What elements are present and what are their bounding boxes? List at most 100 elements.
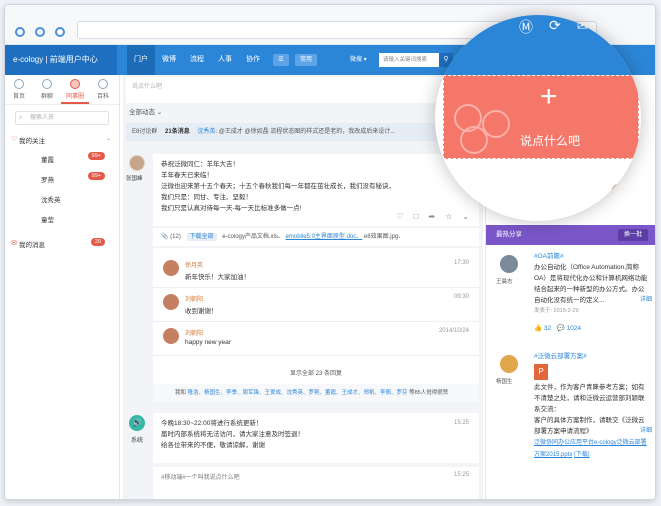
section-title: 最热分享 (496, 231, 522, 238)
tab-group-chat[interactable]: 群聊 (33, 75, 61, 104)
detail-link[interactable]: 详细 (640, 426, 652, 437)
avatar[interactable] (500, 255, 518, 273)
speaker-icon: 🔊 (129, 415, 145, 431)
attachment-link[interactable]: emobile5.0主界面原型.doc、 (286, 234, 363, 240)
m-circle-icon[interactable]: Ⓜ (519, 17, 533, 37)
say-something-button[interactable]: + 说点什么吧 (443, 75, 639, 159)
refresh-batch-button[interactable]: 换一批 (617, 229, 648, 241)
window-dot-icon[interactable] (35, 27, 45, 37)
download-link[interactable]: [下载] (574, 452, 589, 458)
person-name: 童莹 (41, 217, 54, 224)
comment-author[interactable]: 徐月英 (185, 260, 203, 269)
group-tag[interactable]: E8讨论群 (132, 129, 157, 135)
show-all-replies-link[interactable]: 显示全部 23 条回复 (153, 368, 479, 377)
avatar[interactable] (163, 294, 179, 310)
share-item: 杨国生 #泛微云部署方案# P 此文件，作为客户青睐参考方案；如有 不清楚之处，… (486, 351, 655, 491)
group-notice-bar[interactable]: E8讨论群 21条消息 沈秀英: @王成才 @徐如晶 流程状态图的样式还是老的，… (126, 123, 478, 141)
nav-item-hr[interactable]: 人事 (211, 45, 239, 75)
post-line: 泛微也迎来第十五个春天；十五个春秋我们每一年都在茁壮成长，我们没有秘诀， (161, 183, 395, 190)
tab-encyclopedia[interactable]: 百科 (89, 75, 117, 104)
topic-tag[interactable]: #OA前瞻# (534, 251, 652, 262)
post-composer-input[interactable]: 说点什么吧 (126, 77, 478, 103)
zoom-header: Ⓜ ⟳ ✉ (435, 15, 641, 75)
comment-count: 1024 (566, 325, 581, 332)
like-count: 32 (543, 325, 552, 332)
avatar[interactable] (163, 328, 179, 344)
post-actions: ♡ □ ➦ ☆ ⌄ (396, 211, 469, 222)
say-something-label: 说点什么吧 (520, 134, 581, 148)
sidebar-item-person[interactable]: 童莹 (5, 209, 119, 229)
tab-home[interactable]: 首页 (5, 75, 33, 104)
system-post: 今晚18:30~22:00将进行系统更新！ 届时内部系统将无法访问，请大家注意及… (153, 413, 479, 463)
post-line: 届时内部系统将无法访问，请大家注意及时签退！ (161, 431, 304, 438)
group-chat-icon (42, 79, 52, 89)
nav-item-weibo[interactable]: 微博 (155, 45, 183, 75)
sidebar-item-my-follow[interactable]: ♡ 我的关注 ⌄ (5, 131, 119, 149)
sidebar-item-person[interactable]: 罗燕 99+ (5, 169, 119, 189)
star-icon[interactable]: ☆ (445, 211, 452, 222)
comment-icon[interactable]: □ (414, 211, 419, 222)
share-line: OA）是将现代化办公和计算机网络功能 (534, 275, 648, 282)
nav-item-collab[interactable]: 协作 (239, 45, 267, 75)
sidebar-item-person[interactable]: 沈秀英 (5, 189, 119, 209)
avatar[interactable] (611, 183, 631, 203)
download-all-button[interactable]: 下载全部 (186, 233, 217, 241)
share-line: 系交流： (534, 406, 560, 413)
post-line: 恭祝泛微同仁：羊年大吉！ (161, 161, 239, 168)
window-dot-icon[interactable] (15, 27, 25, 37)
detail-link[interactable]: 详细 (640, 295, 652, 306)
avatar[interactable] (163, 260, 179, 276)
post-line: 我们只是：同甘、专注、坚毅！ (161, 194, 252, 201)
comment-author[interactable]: 刘朝阳 (185, 328, 203, 337)
like-icon[interactable]: 👍 (534, 325, 542, 332)
person-name: 董霞 (41, 157, 54, 164)
sidebar-item-person[interactable]: 董霞 99+ (5, 149, 119, 169)
comment-item: 徐月英 新年快乐！大家加油！ 17:30 (153, 254, 479, 288)
likes-names[interactable]: 隆浩、杨国生、李季、周军锋、王爱成、沈秀英、罗艳、董霞、王成才、郑帆、李佩、罗芬 (188, 390, 408, 396)
post-line: 给各位带来的不便，敬请谅解，谢谢 (161, 442, 265, 449)
sidebar-item-my-messages[interactable]: ✉ 我的消息 20 (5, 235, 119, 253)
tab-label: 群聊 (40, 94, 53, 100)
menu-icon[interactable]: ☰ (273, 54, 289, 66)
comment-icon[interactable]: 💬 (557, 325, 565, 332)
tab-colleague-circle[interactable]: 同事圈 (61, 75, 89, 104)
share-author[interactable]: 杨国生 (496, 377, 513, 388)
colleague-circle-icon (70, 79, 80, 89)
notice-text: : @王成才 @徐如晶 流程状态图的样式还是老的，我改成后来设计... (215, 129, 396, 135)
likes-suffix: 等85人觉得很赞 (409, 390, 449, 396)
nav-item-workflow[interactable]: 流程 (183, 45, 211, 75)
comment-author[interactable]: 刘朝阳 (185, 294, 203, 303)
user-link[interactable]: 沈秀英 (197, 129, 215, 135)
share-line: 此文件，作为客户青睐参考方案；如有 (534, 384, 645, 391)
window-dot-icon[interactable] (55, 27, 65, 37)
share-line: 自动化没有统一的定义... (534, 297, 605, 304)
ppt-file-icon[interactable]: P (534, 364, 548, 380)
refresh-icon[interactable]: ⟳ (549, 17, 561, 37)
avatar[interactable] (129, 155, 145, 171)
post-line: 今晚18:30~22:00将进行系统更新！ (161, 420, 263, 427)
person-name: 罗燕 (41, 177, 54, 184)
feed-filter-select[interactable]: 全部动态 ⌄ (129, 106, 162, 116)
comment-list: 徐月英 新年快乐！大家加油！ 17:30 刘朝阳 收到谢谢！ 09:30 刘朝阳… (153, 248, 479, 398)
people-search-input[interactable]: 搜索人员 (15, 111, 109, 125)
attachment-link[interactable]: e-cology产品文档.xls、 (222, 234, 284, 240)
file-link[interactable]: 泛微协同办公应用平台e-cology泛微云部署方案2015.pptx (534, 440, 647, 458)
hot-shares-header: 最热分享 换一批 (486, 225, 655, 245)
attachment-link[interactable]: e8效果图.jpg、 (364, 234, 404, 240)
share-icon[interactable]: ➦ (428, 211, 435, 222)
person-icon (460, 126, 488, 154)
search-input[interactable]: 请输入关键词搜索 (379, 53, 439, 67)
topic-tag[interactable]: #泛微云部署方案# (534, 351, 652, 362)
message-icon[interactable]: ✉ (577, 17, 589, 37)
like-icon[interactable]: ♡ (396, 211, 403, 222)
search-scope-select[interactable]: 微搜 ▾ (350, 54, 367, 63)
tab-label: 同事圈 (65, 94, 84, 100)
chevron-down-icon[interactable]: ⌄ (462, 211, 469, 222)
share-author[interactable]: 王晨志 (496, 277, 513, 288)
post-time: 15:25 (453, 472, 469, 478)
avatar[interactable] (500, 355, 518, 373)
post-author[interactable]: 张国峰 (126, 174, 143, 182)
common-button[interactable]: 常用 (295, 54, 317, 66)
nav-item-portal[interactable]: 门户 (127, 45, 155, 75)
share-date: 发表于: 2015-2-29 (534, 308, 579, 314)
